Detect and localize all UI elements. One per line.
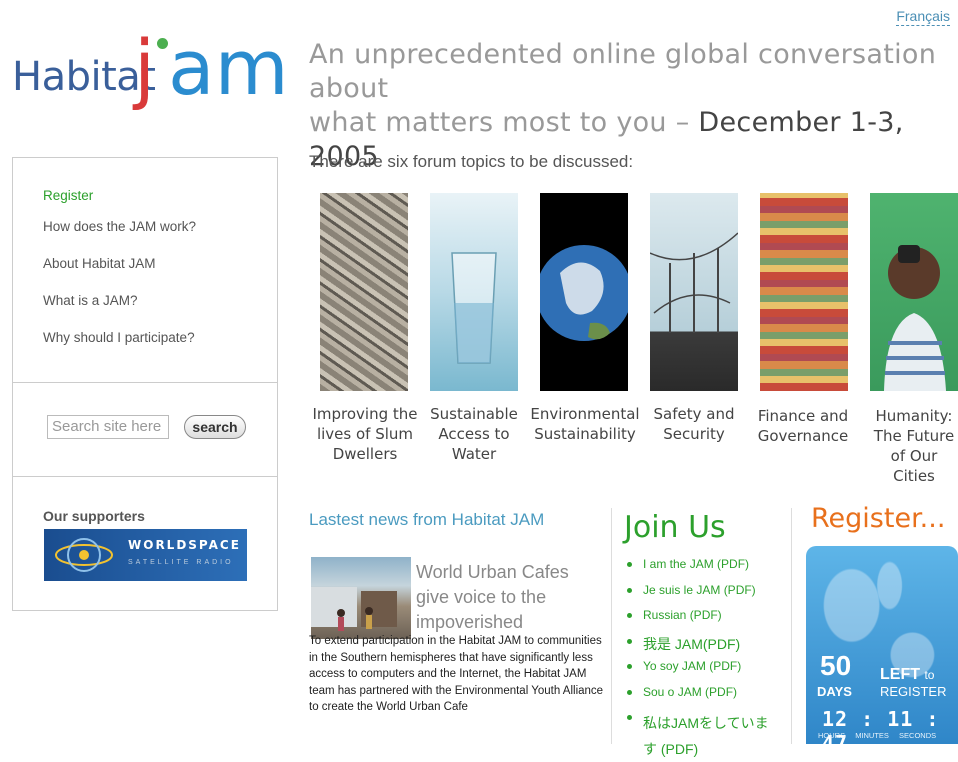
- tagline-line-1: An unprecedented online global conversat…: [309, 39, 937, 104]
- worldspace-globe-icon: [55, 538, 113, 572]
- news-section-title: Lastest news from Habitat JAM: [309, 510, 545, 529]
- timer-label-seconds: SECONDS: [899, 731, 937, 740]
- timer-label-hours: HOURS: [818, 731, 846, 740]
- supporters-label: Our supporters: [43, 508, 145, 524]
- sidebar-divider: [13, 382, 277, 383]
- habitat-jam-logo[interactable]: Habitat j am: [12, 18, 289, 134]
- topic-label-humanity[interactable]: Humanity: The Future of Our Cities: [870, 406, 958, 486]
- news-body: To extend participation in the Habitat J…: [309, 635, 604, 713]
- join-us-title: Join Us: [624, 510, 726, 545]
- left-word: LEFT: [880, 666, 920, 683]
- topic-image-child-binoculars[interactable]: [870, 193, 958, 391]
- child-binoculars-icon: [884, 245, 946, 391]
- sidebar-link-what-is-jam[interactable]: What is a JAM?: [43, 293, 196, 330]
- earth-globe-icon: [536, 245, 632, 341]
- language-link-francais[interactable]: Français: [896, 8, 950, 26]
- worldspace-name: WORLDSPACE: [128, 538, 241, 552]
- join-us-list: I am the JAM (PDF) Je suis le JAM (PDF) …: [624, 557, 784, 762]
- join-link-french[interactable]: Je suis le JAM (PDF): [624, 583, 784, 609]
- topic-label-safety[interactable]: Safety and Security: [650, 404, 738, 444]
- worldspace-logo[interactable]: WORLDSPACE SATELLITE RADIO: [44, 529, 247, 581]
- search-input[interactable]: Search site here: [47, 415, 169, 439]
- search-button[interactable]: search: [184, 415, 246, 439]
- topic-image-earth[interactable]: [536, 193, 632, 391]
- join-link-portuguese[interactable]: Sou o JAM (PDF): [624, 685, 784, 711]
- column-divider: [611, 508, 612, 744]
- sidebar-link-how-jam-works[interactable]: How does the JAM work?: [43, 219, 196, 256]
- join-link-russian[interactable]: Russian (PDF): [624, 608, 784, 634]
- water-glass-icon: [451, 252, 497, 364]
- countdown-register-word: REGISTER: [880, 684, 947, 699]
- news-image[interactable]: [311, 557, 411, 639]
- sidebar-divider: [13, 476, 277, 477]
- topic-image-barbed-wire[interactable]: [649, 193, 739, 391]
- sidebar-link-why-participate[interactable]: Why should I participate?: [43, 330, 196, 367]
- sidebar-link-about-habitat-jam[interactable]: About Habitat JAM: [43, 256, 196, 293]
- topic-label-slum-dwellers[interactable]: Improving the lives of Slum Dwellers: [310, 404, 420, 464]
- news-photo: [311, 587, 397, 631]
- countdown-days-label: DAYS: [817, 684, 852, 699]
- topic-image-water-glass[interactable]: [430, 193, 518, 391]
- news-headline[interactable]: World Urban Cafes give voice to the impo…: [416, 560, 596, 635]
- sidebar-link-register[interactable]: Register: [43, 188, 196, 219]
- timer-label-minutes: MINUTES: [855, 731, 889, 740]
- logo-dot: [157, 38, 168, 49]
- logo-jam-j: j: [134, 23, 156, 112]
- worldspace-subtitle: SATELLITE RADIO: [128, 559, 234, 566]
- column-divider: [791, 508, 792, 744]
- join-link-english[interactable]: I am the JAM (PDF): [624, 557, 784, 583]
- sidebar: Register How does the JAM work? About Ha…: [12, 157, 278, 611]
- topic-label-environment[interactable]: Environmental Sustainability: [530, 404, 640, 444]
- logo-jam-am: am: [168, 23, 289, 112]
- to-word: to: [924, 668, 935, 682]
- topic-image-slum[interactable]: [320, 193, 408, 391]
- barbed-wire-icon: [649, 232, 739, 333]
- topics-intro: There are six forum topics to be discuss…: [309, 152, 634, 171]
- register-title[interactable]: Register...: [811, 503, 945, 534]
- topic-label-finance[interactable]: Finance and Governance: [755, 406, 851, 446]
- join-link-chinese[interactable]: 我是 JAM(PDF): [624, 634, 784, 660]
- countdown-days-value: 50: [820, 650, 852, 681]
- tagline-line-2-text: what matters most to you –: [309, 107, 699, 138]
- topic-label-water[interactable]: Sustainable Access to Water: [420, 404, 528, 464]
- countdown-left-to: LEFT to: [880, 666, 934, 684]
- sidebar-nav: Register How does the JAM work? About Ha…: [43, 188, 196, 367]
- topic-image-currency[interactable]: [760, 193, 848, 391]
- join-link-spanish[interactable]: Yo soy JAM (PDF): [624, 659, 784, 685]
- countdown-timer-labels: HOURS MINUTES SECONDS: [818, 731, 944, 740]
- join-link-japanese[interactable]: 私はJAMをしていま す (PDF): [624, 710, 784, 762]
